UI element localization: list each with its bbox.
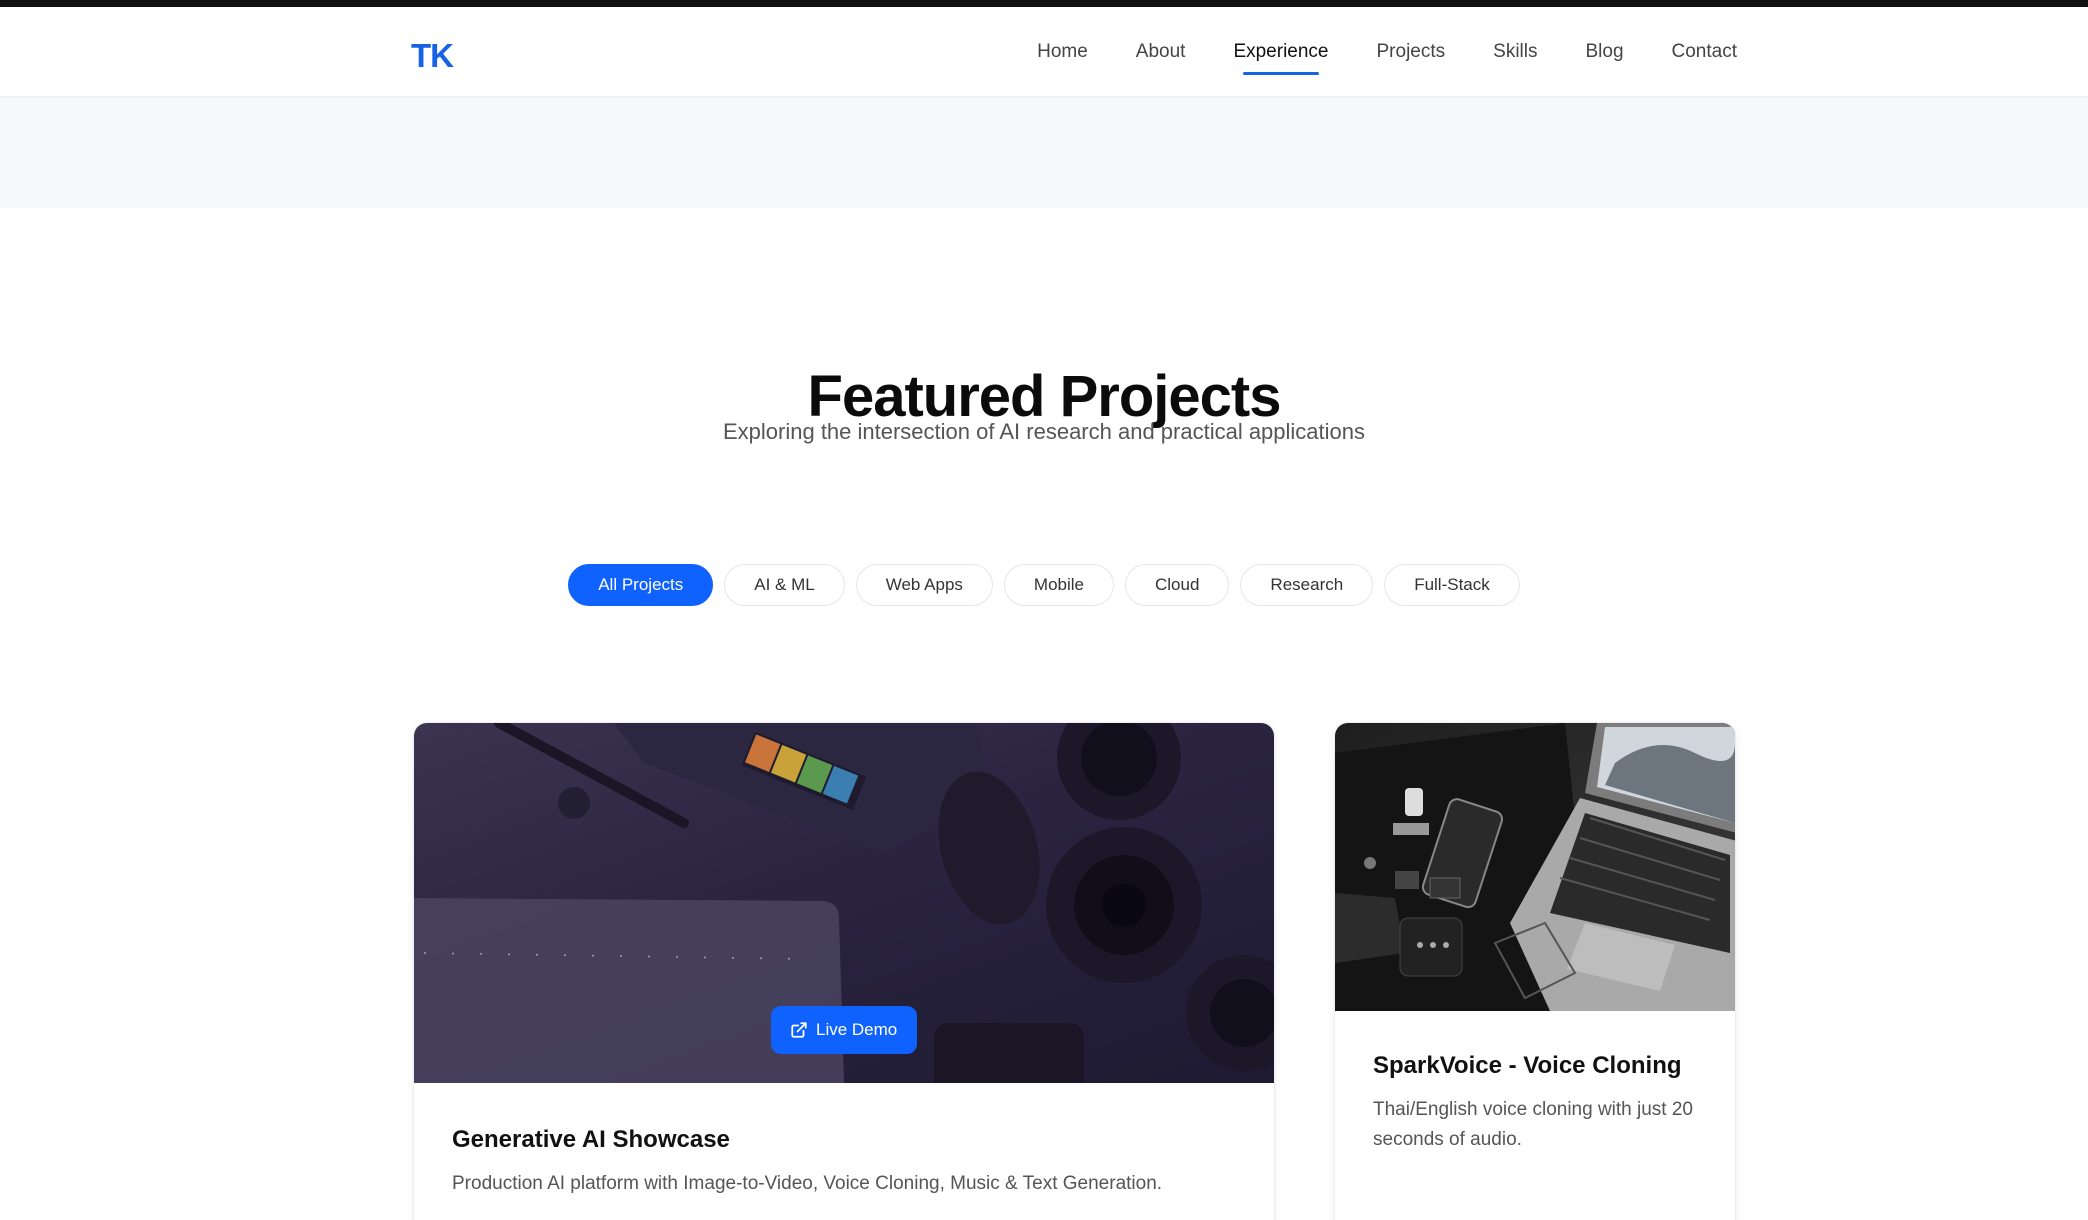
- nav-skills[interactable]: Skills: [1493, 41, 1537, 63]
- logo[interactable]: TK: [411, 37, 454, 75]
- nav-contact[interactable]: Contact: [1672, 41, 1737, 63]
- project-image: Live Demo: [414, 723, 1274, 1083]
- external-link-icon: [790, 1021, 808, 1039]
- filter-ai-ml[interactable]: AI & ML: [724, 564, 845, 606]
- filter-research[interactable]: Research: [1240, 564, 1374, 606]
- desk-photo: [1335, 723, 1735, 1011]
- nav-home[interactable]: Home: [1037, 41, 1088, 63]
- filter-all-projects[interactable]: All Projects: [568, 564, 714, 606]
- filter-mobile[interactable]: Mobile: [1003, 564, 1114, 606]
- active-indicator: [1243, 72, 1319, 75]
- filter-bar: All Projects AI & ML Web Apps Mobile Clo…: [0, 564, 2088, 606]
- live-demo-label: Live Demo: [816, 1020, 898, 1039]
- nav-blog[interactable]: Blog: [1585, 41, 1623, 63]
- filter-cloud[interactable]: Cloud: [1125, 564, 1230, 606]
- project-card-body: SparkVoice - Voice Cloning Thai/English …: [1335, 1011, 1735, 1155]
- project-description: Production AI platform with Image-to-Vid…: [452, 1173, 1163, 1194]
- nav-projects[interactable]: Projects: [1377, 41, 1446, 63]
- nav-about[interactable]: About: [1136, 41, 1186, 63]
- filter-full-stack[interactable]: Full-Stack: [1384, 564, 1520, 606]
- project-image: [1335, 723, 1735, 1011]
- project-card[interactable]: SparkVoice - Voice Cloning Thai/English …: [1334, 722, 1736, 1220]
- project-description: Thai/English voice cloning with just 20 …: [1373, 1099, 1694, 1150]
- live-demo-button[interactable]: Live Demo: [771, 1006, 918, 1054]
- project-title: Generative AI Showcase: [452, 1126, 730, 1153]
- filter-web-apps[interactable]: Web Apps: [855, 564, 993, 606]
- nav-links: Home About Experience Projects Skills Bl…: [1037, 7, 1737, 97]
- project-card-body: Generative AI Showcase Production AI pla…: [414, 1083, 1274, 1199]
- top-border: [0, 0, 2088, 7]
- navbar: TK Home About Experience Projects Skills…: [0, 7, 2088, 97]
- hero-band: [0, 98, 2088, 208]
- nav-experience[interactable]: Experience: [1233, 41, 1329, 75]
- project-title: SparkVoice - Voice Cloning: [1373, 1052, 1682, 1079]
- project-card[interactable]: Live Demo Generative AI Showcase Product…: [413, 722, 1275, 1220]
- section-subtitle: Exploring the intersection of AI researc…: [722, 419, 1366, 444]
- nav-experience-label: Experience: [1233, 41, 1329, 62]
